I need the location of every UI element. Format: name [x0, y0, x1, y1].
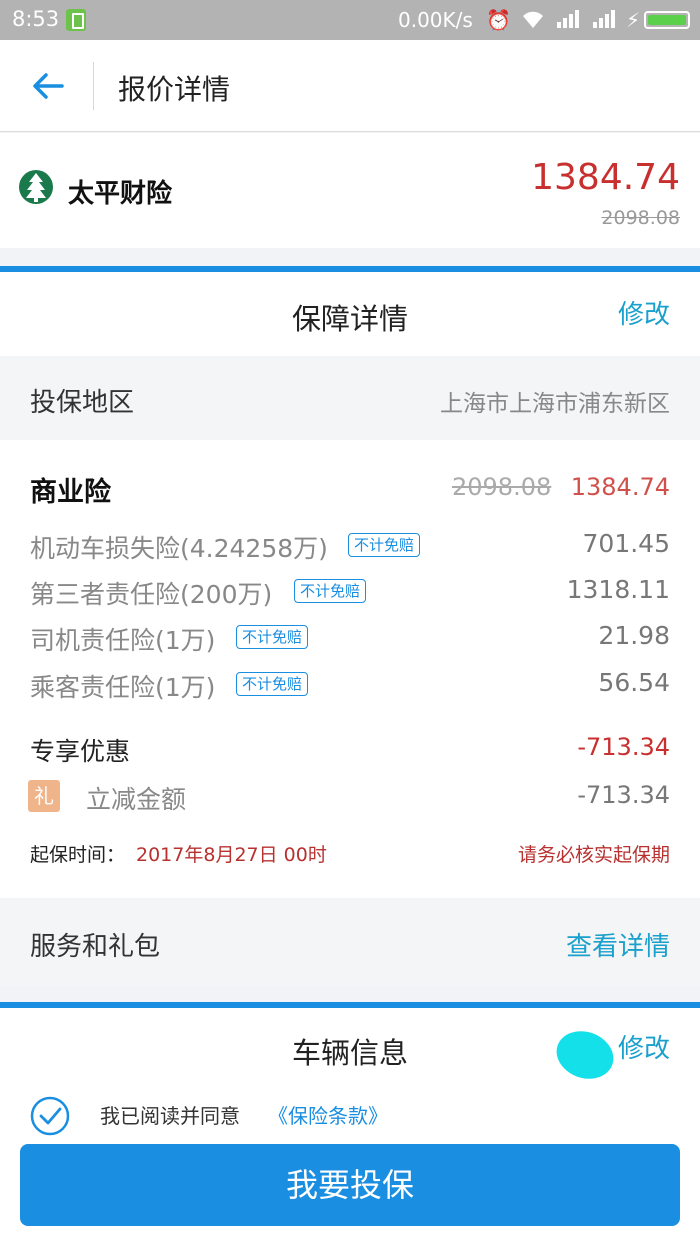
start-time-value[interactable]: 2017年8月27日 00时: [136, 840, 327, 867]
back-arrow-icon[interactable]: [28, 66, 68, 106]
coverage-item-name: 机动车损失险(4.24258万): [30, 534, 328, 563]
commercial-original-price: 2098.08: [452, 473, 552, 501]
deductible-badge: 不计免赔: [236, 672, 309, 696]
insurer-summary: 太平财险 1384.74 2098.08: [0, 133, 700, 248]
submit-insurance-button[interactable]: 我要投保: [20, 1144, 680, 1226]
coverage-item-price: 21.98: [598, 621, 670, 650]
coverage-item: 第三者责任险(200万) 不计免赔 1318.11: [30, 575, 670, 611]
coverage-title: 保障详情: [291, 302, 408, 336]
battery-icon: [644, 11, 690, 29]
footer: 我要投保: [0, 1140, 700, 1244]
start-time-note: 请务必核实起保期: [517, 844, 670, 866]
deductible-badge: 不计免赔: [294, 579, 367, 603]
coverage-header: 保障详情 修改: [0, 272, 700, 356]
coverage-item-name: 司机责任险(1万): [30, 626, 216, 655]
checkbox-checked-icon[interactable]: [30, 1096, 70, 1136]
charging-icon: ⚡: [626, 8, 641, 32]
promo-total: -713.34: [577, 733, 670, 761]
page-title: 报价详情: [118, 73, 231, 106]
coverage-item-name: 乘客责任险(1万): [30, 673, 216, 702]
app-header: 报价详情: [0, 40, 700, 132]
header-divider: [93, 62, 94, 110]
deductible-badge: 不计免赔: [236, 625, 309, 649]
alarm-icon: ⏰: [486, 8, 511, 32]
coverage-item: 司机责任险(1万) 不计免赔 21.98: [30, 621, 670, 657]
edit-vehicle-button[interactable]: 修改: [618, 1028, 670, 1065]
agreement-row: 我已阅读并同意 《保险条款》: [0, 1084, 700, 1140]
pine-tree-logo-icon: [19, 170, 53, 204]
discount-label: 立减金额: [86, 785, 187, 814]
signal-icon: [592, 8, 618, 35]
promo-title: 专享优惠: [30, 737, 131, 766]
coverage-item-price: 56.54: [598, 668, 670, 697]
battery-saver-icon: [66, 9, 86, 31]
deductible-badge: 不计免赔: [348, 533, 421, 557]
coverage-item-price: 701.45: [582, 529, 670, 558]
coverage-item-price: 1318.11: [566, 575, 670, 604]
view-details-link[interactable]: 查看详情: [566, 926, 670, 963]
coverage-item: 机动车损失险(4.24258万) 不计免赔 701.45: [30, 529, 670, 565]
coverage-item-name: 第三者责任险(200万): [30, 580, 273, 609]
edit-coverage-button[interactable]: 修改: [618, 294, 670, 331]
region-label: 投保地区: [30, 388, 135, 418]
signal-icon: [556, 8, 582, 35]
original-price: 2098.08: [601, 207, 680, 229]
network-speed: 0.00K/s: [398, 8, 473, 32]
services-label: 服务和礼包: [30, 932, 161, 962]
policy-terms-link[interactable]: 《保险条款》: [268, 1100, 388, 1129]
agreement-text: 我已阅读并同意: [100, 1104, 240, 1128]
insurer-name: 太平财险: [68, 179, 173, 209]
status-bar: 8:53 0.00K/s ⏰ ⚡: [0, 0, 700, 40]
region-value: 上海市上海市浦东新区: [440, 391, 670, 417]
discount-value: -713.34: [577, 781, 670, 809]
commercial-current-price: 1384.74: [570, 473, 670, 501]
region-row[interactable]: 投保地区 上海市上海市浦东新区: [0, 356, 700, 440]
start-time-label: 起保时间：: [30, 844, 126, 866]
gift-icon: 礼: [28, 780, 60, 812]
status-time: 8:53: [12, 7, 60, 31]
total-price: 1384.74: [531, 157, 680, 198]
services-row[interactable]: 服务和礼包 查看详情: [0, 898, 700, 986]
commercial-title: 商业险: [30, 477, 111, 508]
wifi-icon: [520, 8, 546, 35]
coverage-item: 乘客责任险(1万) 不计免赔 56.54: [30, 668, 670, 704]
